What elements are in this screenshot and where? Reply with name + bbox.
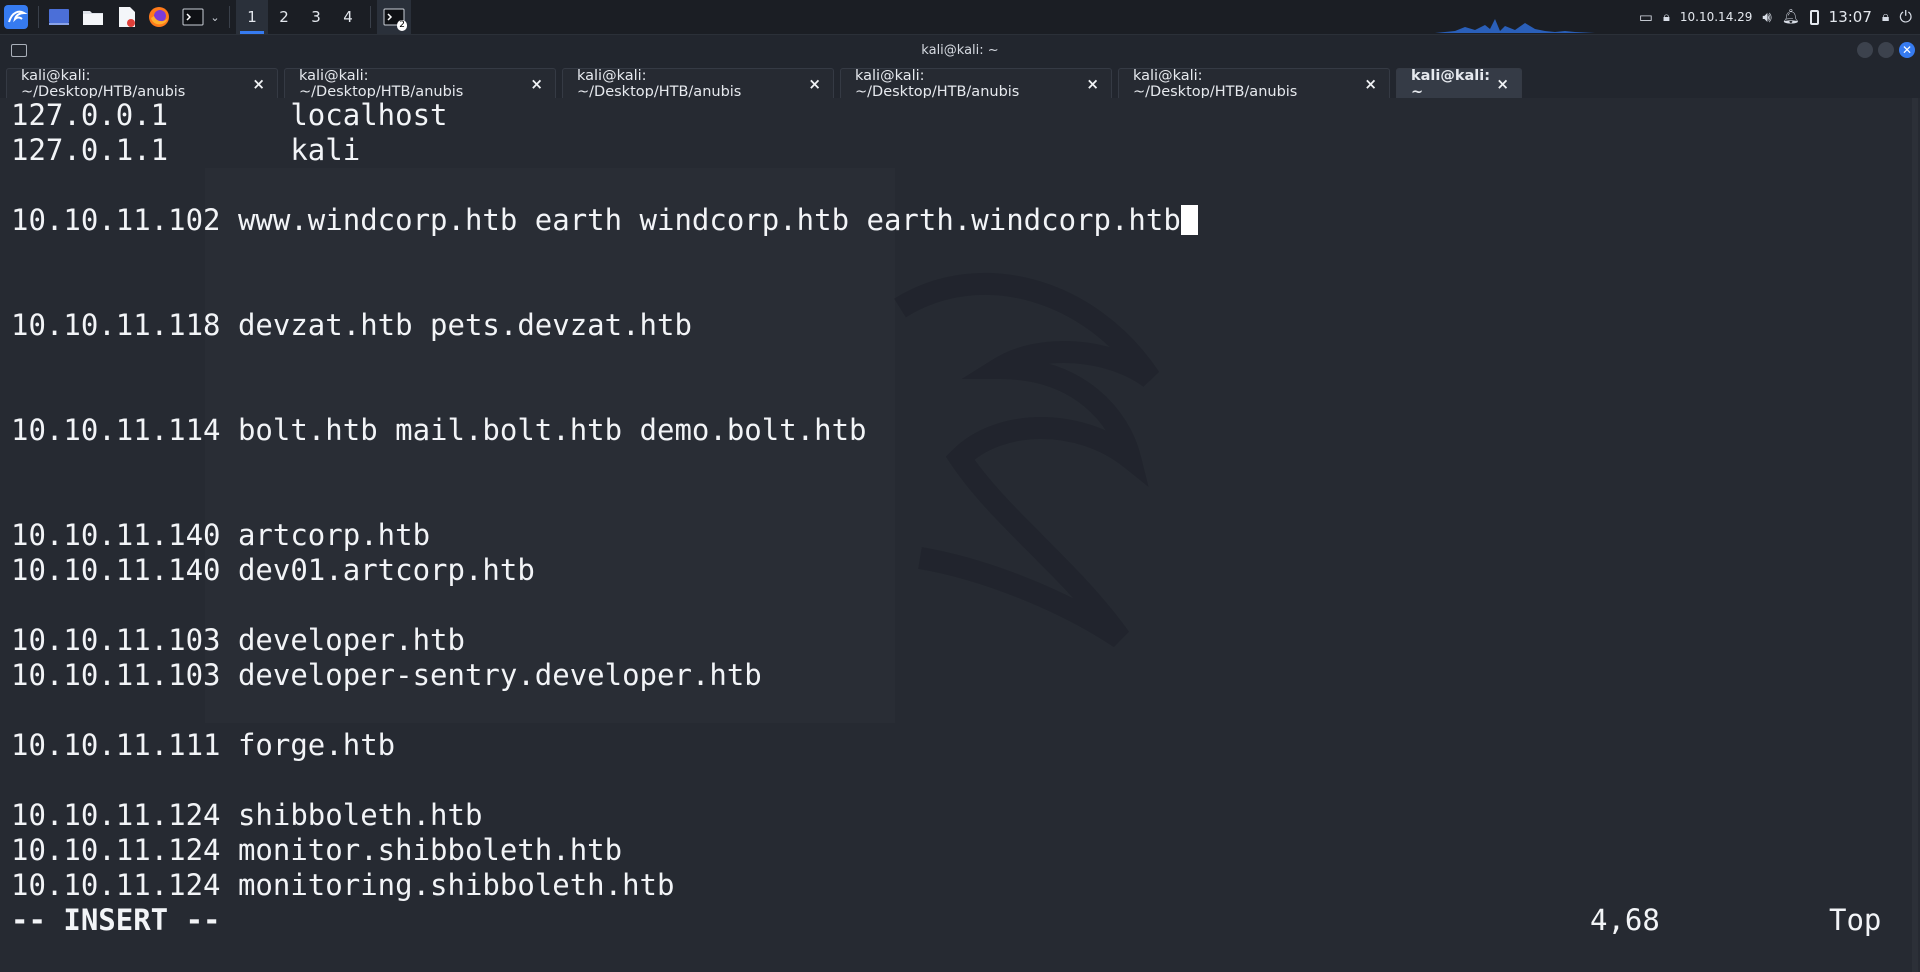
top-panel: ⌄ 1 2 3 4 2 ▭ 🔒︎ 10.10.14.29 🔊︎ 🔔︎ 13:07… [0,0,1920,35]
terminal-tab[interactable]: kali@kali: ~/Desktop/HTB/anubis × [562,67,834,100]
buffer-line [11,588,1198,623]
tab-close-icon[interactable]: × [1086,75,1099,93]
buffer-line-text: 10.10.11.102 www.windcorp.htb earth wind… [11,203,1181,237]
firefox-icon[interactable] [145,0,173,34]
workspace-1[interactable]: 1 [236,0,268,34]
buffer-line [11,483,1198,518]
buffer-line [11,448,1198,483]
terminal-viewport[interactable]: 127.0.0.1 localhost 127.0.1.1 kali 10.10… [0,98,1920,972]
buffer-line-current: 10.10.11.102 www.windcorp.htb earth wind… [11,203,1198,238]
tab-label: kali@kali: ~/Desktop/HTB/anubis [21,67,186,100]
buffer-line: 10.10.11.124 monitor.shibboleth.htb [11,833,623,867]
scroll-position: Top [1829,903,1882,937]
buffer-line [11,693,1198,728]
tab-close-icon[interactable]: × [1496,75,1509,93]
workspace-3[interactable]: 3 [300,0,332,34]
terminal-tab-active[interactable]: kali@kali: ~ × [1396,67,1522,100]
vim-buffer[interactable]: 127.0.0.1 localhost 127.0.1.1 kali 10.10… [11,98,1198,903]
buffer-line: 127.0.0.1 localhost [11,98,448,132]
system-tray: ▭ 🔒︎ 10.10.14.29 🔊︎ 🔔︎ 13:07 🔒︎ ⏻ [1639,0,1920,34]
terminal-task-button[interactable]: 2 [377,0,411,34]
buffer-line [11,763,1198,798]
close-window-button[interactable]: ✕ [1899,42,1915,58]
buffer-line: 10.10.11.140 artcorp.htb [11,518,431,552]
window-titlebar[interactable]: kali@kali: ~ ✕ [0,35,1920,65]
buffer-line: 10.10.11.114 bolt.htb mail.bolt.htb demo… [11,413,867,447]
lock-screen-icon[interactable]: 🔒︎ [1882,9,1889,25]
file-manager-icon[interactable] [79,0,107,34]
vpn-lock-icon[interactable]: 🔒︎ [1663,10,1670,25]
battery-icon[interactable] [1809,9,1819,25]
vim-mode-indicator: -- INSERT -- [11,903,221,937]
tab-close-icon[interactable]: × [530,75,543,93]
tab-label: kali@kali: ~/Desktop/HTB/anubis [1133,67,1298,100]
buffer-line: 10.10.11.111 forge.htb [11,728,396,762]
display-icon[interactable]: ▭ [1639,8,1653,26]
show-desktop-icon[interactable] [45,0,73,34]
tab-label: kali@kali: ~/Desktop/HTB/anubis [577,67,742,100]
buffer-line: 10.10.11.103 developer-sentry.developer.… [11,658,762,692]
tab-label: kali@kali: ~/Desktop/HTB/anubis [855,67,1020,100]
cursor-position: 4,68 [1590,903,1660,937]
terminal-window-icon [11,44,27,57]
window-count-badge: 2 [397,20,407,31]
tab-close-icon[interactable]: × [252,75,265,93]
tab-bar: kali@kali: ~/Desktop/HTB/anubis × kali@k… [0,65,1920,100]
terminal-tab[interactable]: kali@kali: ~/Desktop/HTB/anubis × [1118,67,1390,100]
buffer-line [11,273,1198,308]
clock[interactable]: 13:07 [1829,8,1872,26]
vpn-ip-address: 10.10.14.29 [1679,10,1753,24]
terminal-scrollbar[interactable] [1912,98,1918,972]
terminal-launcher-icon[interactable] [179,0,207,34]
power-icon[interactable]: ⏻ [1899,7,1912,27]
minimize-button[interactable] [1857,42,1873,58]
terminal-tab[interactable]: kali@kali: ~/Desktop/HTB/anubis × [840,67,1112,100]
tab-label: kali@kali: ~/Desktop/HTB/anubis [299,67,464,100]
buffer-line: 127.0.1.1 kali [11,133,361,167]
buffer-line: 10.10.11.124 monitoring.shibboleth.htb [11,868,675,902]
workspace-2[interactable]: 2 [268,0,300,34]
buffer-line [11,168,1198,203]
tab-close-icon[interactable]: × [1364,75,1377,93]
kali-menu-icon[interactable] [0,0,32,34]
buffer-line [11,238,1198,273]
window-title: kali@kali: ~ [921,42,999,58]
text-editor-icon[interactable] [113,0,141,34]
maximize-button[interactable] [1878,42,1894,58]
notification-bell-icon[interactable]: 🔔︎ [1782,9,1800,25]
buffer-line: 10.10.11.103 developer.htb [11,623,465,657]
buffer-line [11,378,1198,413]
tab-close-icon[interactable]: × [808,75,821,93]
terminal-tab[interactable]: kali@kali: ~/Desktop/HTB/anubis × [284,67,556,100]
chevron-down-icon[interactable]: ⌄ [207,0,223,34]
network-graph [1435,19,1595,33]
workspace-4[interactable]: 4 [332,0,364,34]
panel-separator [229,6,230,28]
panel-separator [38,6,39,28]
terminal-tab[interactable]: kali@kali: ~/Desktop/HTB/anubis × [6,67,278,100]
buffer-line [11,343,1198,378]
tab-label: kali@kali: ~ [1411,67,1491,100]
volume-icon[interactable]: 🔊︎ [1762,8,1771,26]
text-cursor [1180,205,1198,235]
panel-separator [370,6,371,28]
buffer-line: 10.10.11.124 shibboleth.htb [11,798,483,832]
buffer-line: 10.10.11.118 devzat.htb pets.devzat.htb [11,308,692,342]
buffer-line: 10.10.11.140 dev01.artcorp.htb [11,553,535,587]
